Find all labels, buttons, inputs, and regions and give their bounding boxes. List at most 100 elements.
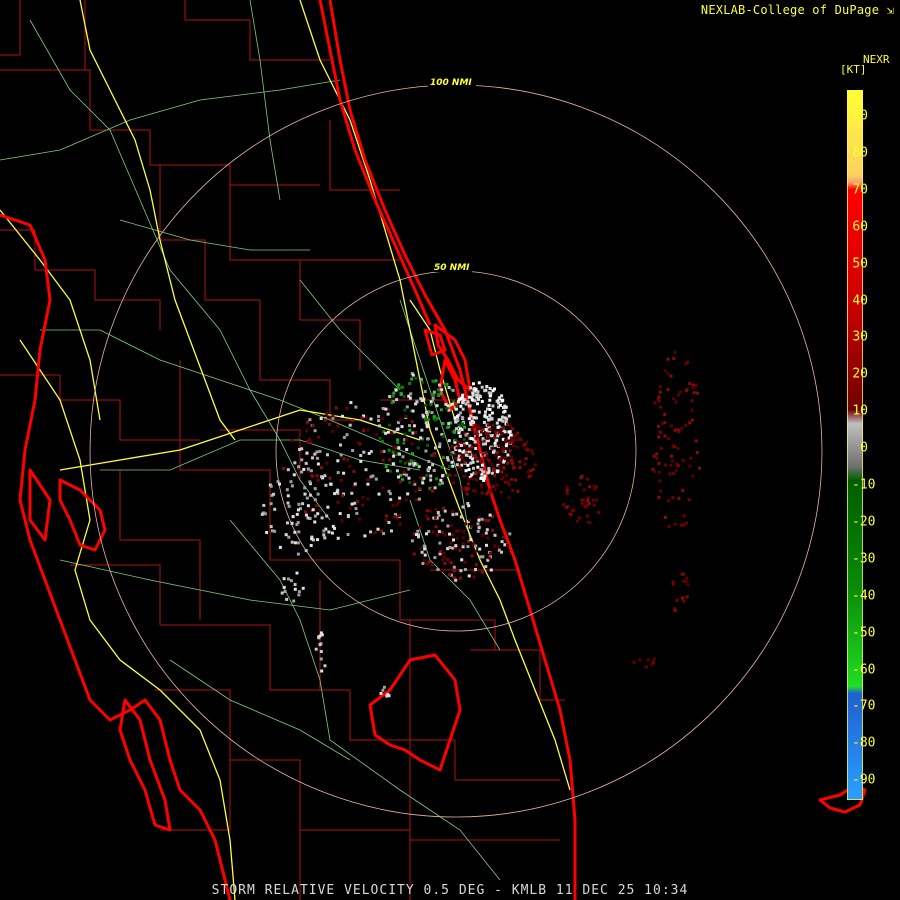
echo-pixel [407, 467, 411, 471]
echo-pixel [359, 454, 363, 457]
echo-pixel [265, 531, 269, 534]
legend-tick-label: -70 [852, 698, 876, 714]
echo-pixel [507, 430, 511, 434]
echo-pixel [437, 513, 441, 517]
echo-pixel [431, 396, 435, 400]
echo-pixel [423, 547, 427, 551]
echo-pixel [410, 442, 414, 446]
echo-pixel [666, 499, 670, 502]
echo-pixel [431, 530, 435, 534]
echo-pixel [490, 411, 494, 415]
echo-pixel [345, 406, 349, 410]
legend-tick-label: 80 [852, 145, 868, 161]
echo-pixel [679, 523, 683, 527]
echo-pixel [400, 385, 404, 389]
echo-pixel [411, 373, 415, 377]
echo-pixel [675, 599, 679, 602]
echo-pixel [424, 449, 428, 453]
echo-pixel [468, 452, 472, 456]
echo-pixel [463, 568, 467, 571]
echo-pixel [666, 388, 670, 392]
echo-pixel [419, 397, 423, 401]
echo-pixel [480, 385, 484, 389]
echo-pixel [502, 466, 506, 470]
echo-pixel [425, 562, 429, 566]
echo-pixel [476, 529, 480, 533]
echo-pixel [681, 488, 685, 492]
echo-pixel [443, 562, 447, 565]
echo-pixel [460, 415, 464, 419]
echo-pixel [688, 421, 692, 425]
echo-pixel [339, 443, 342, 447]
echo-pixel [316, 462, 320, 466]
echo-pixel [477, 526, 481, 530]
echo-pixel [486, 536, 490, 540]
echo-pixel [429, 474, 433, 478]
echo-pixel [486, 457, 490, 461]
echo-pixel [480, 460, 484, 463]
echo-pixel [340, 519, 344, 523]
echo-pixel [493, 436, 497, 440]
echo-pixel [410, 377, 414, 381]
echo-pixel [434, 379, 438, 383]
echo-pixel [506, 422, 509, 426]
echo-pixel [426, 468, 430, 472]
echo-pixel [442, 506, 445, 510]
echo-pixel [571, 509, 575, 513]
echo-pixel [360, 416, 364, 420]
echo-pixel [471, 409, 475, 413]
echo-pixel [682, 599, 686, 603]
echo-pixel [402, 441, 406, 445]
echo-pixel [474, 568, 477, 571]
echo-pixel [263, 512, 267, 516]
echo-pixel [458, 449, 462, 453]
echo-pixel [293, 583, 297, 587]
echo-pixel [422, 544, 426, 548]
echo-pixel [478, 470, 482, 474]
echo-pixel [577, 516, 581, 520]
echo-pixel [415, 400, 419, 404]
echo-pixel [401, 455, 405, 459]
echo-pixel [322, 529, 326, 533]
echo-pixel [272, 492, 276, 496]
echo-pixel [422, 476, 426, 480]
echo-pixel [511, 444, 515, 448]
echo-pixel [433, 453, 437, 457]
echo-pixel [379, 692, 383, 695]
echo-pixel [365, 415, 369, 419]
echo-pixel [326, 505, 330, 509]
echo-pixel [297, 590, 301, 594]
echo-pixel [419, 546, 423, 550]
echo-pixel [441, 474, 444, 478]
echo-pixel [304, 461, 308, 465]
echo-pixel [595, 485, 599, 489]
echo-pixel [433, 516, 437, 520]
echo-pixel [311, 456, 314, 460]
echo-pixel [682, 579, 686, 583]
echo-pixel [669, 463, 673, 467]
echo-pixel [657, 395, 661, 399]
echo-pixel [460, 487, 464, 491]
echo-pixel [386, 469, 390, 473]
echo-pixel [492, 469, 496, 473]
echo-pixel [425, 532, 428, 536]
echo-pixel [653, 401, 657, 405]
echo-pixel [296, 541, 300, 545]
echo-pixel [516, 490, 520, 493]
echo-pixel [465, 488, 469, 492]
echo-pixel [270, 529, 274, 533]
echo-pixel [463, 474, 466, 478]
echo-pixel [473, 489, 477, 493]
echo-pixel [350, 502, 354, 506]
echo-pixel [664, 463, 668, 467]
legend-tick-label: 10 [852, 403, 868, 419]
echo-pixel [474, 563, 478, 567]
legend-tick-label: 0 [860, 440, 868, 456]
echo-pixel [456, 418, 460, 421]
echo-pixel [652, 454, 656, 458]
echo-pixel [435, 427, 438, 431]
echo-pixel [478, 547, 482, 551]
echo-pixel [356, 441, 360, 445]
echo-pixel [507, 480, 510, 484]
echo-pixel [318, 509, 322, 512]
